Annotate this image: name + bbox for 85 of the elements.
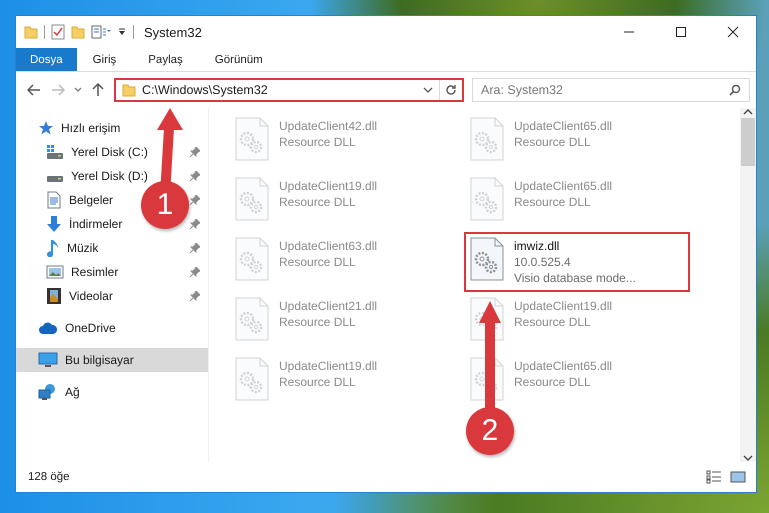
file-gears-icon xyxy=(235,237,269,281)
up-arrow-icon[interactable] xyxy=(92,83,104,97)
drive-icon xyxy=(46,175,64,183)
window-title: System32 xyxy=(144,24,203,40)
nav-item[interactable]: Videolar xyxy=(16,284,119,308)
file-type: Resource DLL xyxy=(514,315,592,329)
file-name: UpdateClient21.dll xyxy=(279,299,378,313)
file-type: Resource DLL xyxy=(279,315,357,329)
scroll-thumb[interactable] xyxy=(741,118,755,166)
file-gears-icon xyxy=(235,297,269,341)
file-name: UpdateClient19.dll xyxy=(514,299,612,313)
drive-icon xyxy=(46,144,64,160)
pin-icon[interactable] xyxy=(190,267,200,277)
scrollbar[interactable] xyxy=(740,108,756,462)
file-type: Resource DLL xyxy=(279,195,357,209)
nav-item[interactable]: Belgeler xyxy=(16,188,120,212)
folder-icon xyxy=(122,83,136,97)
file-gears-icon xyxy=(470,177,504,221)
file-type: Resource DLL xyxy=(279,135,357,149)
file-name: UpdateClient65.dll xyxy=(514,119,612,133)
pin-icon[interactable] xyxy=(190,195,200,205)
star-icon xyxy=(38,120,54,136)
file-gears-icon xyxy=(235,117,269,161)
ribbon-tab[interactable]: Paylaş xyxy=(132,48,199,71)
search-field[interactable]: Ara: System32 xyxy=(472,78,750,102)
scroll-up-icon[interactable] xyxy=(743,108,753,116)
file-type: Resource DLL xyxy=(279,255,357,269)
refresh-icon[interactable] xyxy=(445,84,457,96)
file-type: Resource DLL xyxy=(279,375,357,389)
file-item[interactable]: imwiz.dll 10.0.525.4 Visio database mode... xyxy=(464,232,690,292)
ribbon-tab[interactable]: Görünüm xyxy=(198,48,279,71)
chevron-down-icon[interactable] xyxy=(74,87,82,93)
pin-icon[interactable] xyxy=(190,219,200,229)
address-bar[interactable]: C:\Windows\System32 xyxy=(114,78,464,102)
nav-item[interactable]: Müzik xyxy=(16,236,104,260)
nav-item[interactable]: OneDrive xyxy=(16,316,122,340)
file-version: 10.0.525.4 xyxy=(514,255,572,269)
file-type: Visio database mode... xyxy=(514,271,636,285)
nav-item[interactable]: Bu bilgisayar xyxy=(16,348,208,372)
picture-icon xyxy=(46,264,64,280)
network-icon xyxy=(38,383,58,401)
film-icon xyxy=(46,287,62,305)
file-gears-icon xyxy=(470,357,504,401)
checklist-icon[interactable] xyxy=(51,24,65,40)
file-name: UpdateClient65.dll xyxy=(514,359,612,373)
download-arrow-icon xyxy=(46,215,62,233)
cloud-icon xyxy=(38,321,58,335)
file-gears-icon xyxy=(235,177,269,221)
file-gears-icon xyxy=(470,237,504,281)
nav-item[interactable]: Hızlı erişim xyxy=(16,116,126,140)
pin-icon[interactable] xyxy=(190,171,200,181)
pin-icon[interactable] xyxy=(190,291,200,301)
details-view-icon[interactable] xyxy=(706,470,722,484)
nav-item[interactable]: Yerel Disk (C:) xyxy=(16,140,154,164)
properties-icon[interactable] xyxy=(91,25,111,39)
pin-icon[interactable] xyxy=(190,243,200,253)
monitor-icon xyxy=(38,352,58,368)
file-name: UpdateClient63.dll xyxy=(279,239,378,253)
maximize-icon[interactable] xyxy=(675,26,687,38)
nav-item[interactable]: İndirmeler xyxy=(16,212,128,236)
file-gears-icon xyxy=(235,357,269,401)
file-name: UpdateClient65.dll xyxy=(514,179,612,193)
music-note-icon xyxy=(46,239,60,257)
file-gears-icon xyxy=(470,117,504,161)
dropdown-icon[interactable] xyxy=(117,27,127,37)
search-icon xyxy=(729,84,741,96)
chevron-down-icon[interactable] xyxy=(423,87,433,93)
tiles-view-icon[interactable] xyxy=(730,470,746,484)
document-icon xyxy=(46,191,62,209)
pin-icon[interactable] xyxy=(190,147,200,157)
nav-item[interactable]: Resimler xyxy=(16,260,124,284)
file-name: imwiz.dll xyxy=(514,239,560,253)
file-type: Resource DLL xyxy=(514,135,592,149)
file-type: Resource DLL xyxy=(514,195,592,209)
file-type: Resource DLL xyxy=(514,375,592,389)
item-count: 128 öğe xyxy=(28,471,71,483)
file-name: UpdateClient19.dll xyxy=(279,179,378,193)
back-arrow-icon[interactable] xyxy=(27,84,41,96)
close-icon[interactable] xyxy=(727,26,739,38)
scroll-down-icon[interactable] xyxy=(743,454,753,462)
ribbon-tab[interactable]: Giriş xyxy=(76,48,132,71)
nav-item[interactable]: Ağ xyxy=(16,380,86,404)
ribbon-tab[interactable]: Dosya xyxy=(16,48,77,71)
file-name: UpdateClient42.dll xyxy=(279,119,378,133)
file-name: UpdateClient19.dll xyxy=(279,359,378,373)
